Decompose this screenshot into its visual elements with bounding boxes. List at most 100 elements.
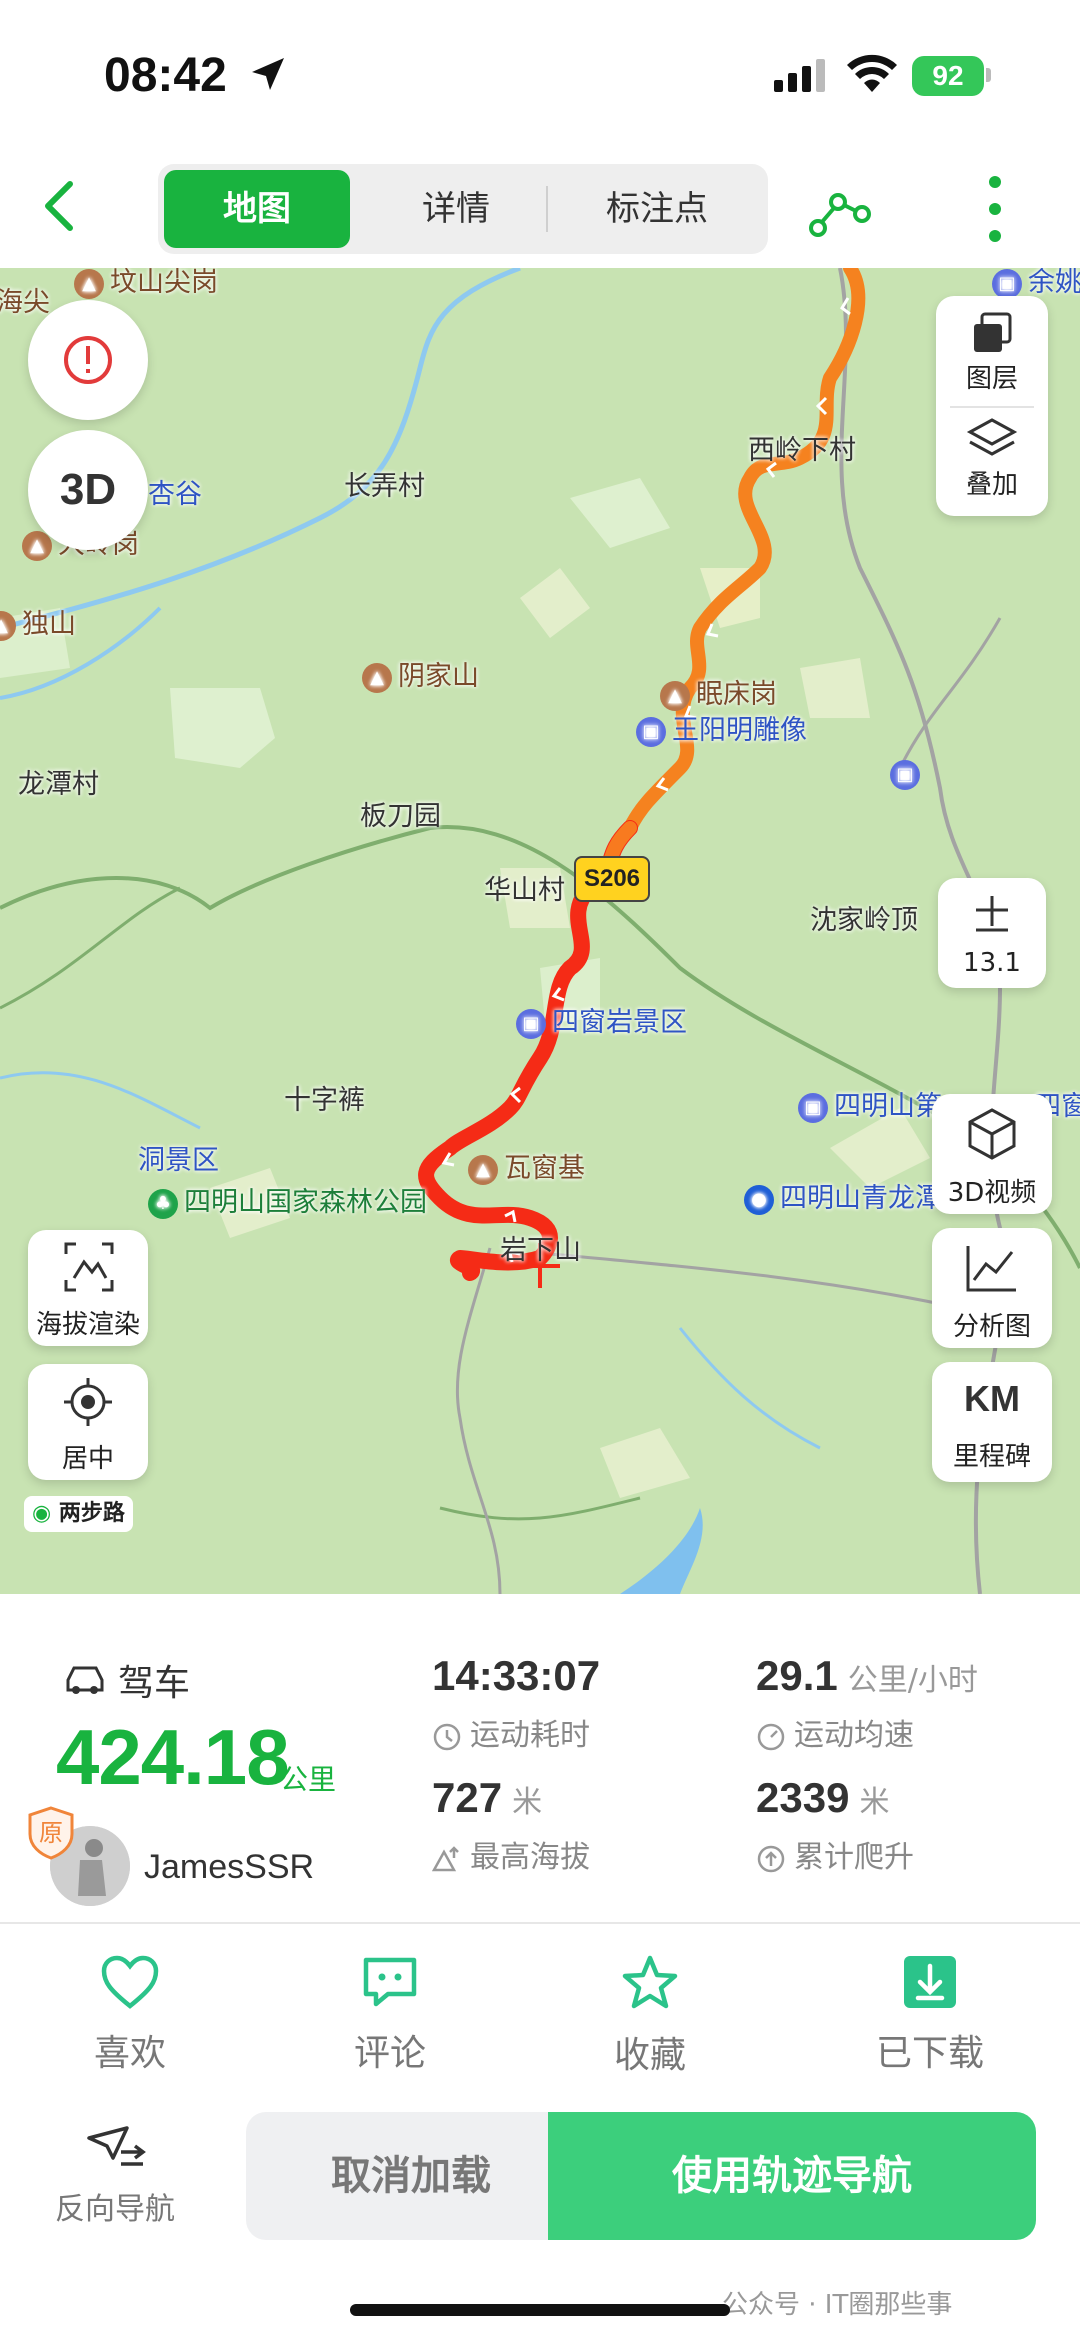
home-indicator [350,2304,730,2316]
map-label-yinjiashan[interactable]: ▲ 阴家山 [362,654,479,693]
map-label-longtan[interactable]: 龙潭村 [18,762,99,801]
map-label-xilingxia[interactable]: 西岭下村 [748,428,856,467]
video-3d-button[interactable]: 3D视频 [932,1094,1052,1214]
map-label-qinglongtan[interactable]: ● 四明山青龙潭 [744,1176,942,1215]
map-label-dongjingqu[interactable]: 洞景区 [138,1138,219,1177]
crosshair-icon [64,1378,112,1426]
zoom-level: 13.1 [963,948,1021,978]
star-icon [622,1955,678,2009]
map-label-wachuangji[interactable]: ▲ 瓦窗基 [468,1146,585,1185]
original-shield-icon: 原 [28,1806,74,1860]
duration-number: 14:33:07 [432,1652,601,1699]
mountain-peak-icon [431,1845,459,1871]
layers-button[interactable]: 图层 [936,310,1048,395]
map-label-wenshan[interactable]: ▲ 坟山尖岗 [74,268,218,299]
track-navigation-button[interactable]: 使用轨迹导航 [548,2112,1036,2240]
three-d-button[interactable]: 3D [28,430,148,550]
map-view[interactable]: ▲坟山尖岗 海尖 ▣余姚 杏谷 长弄村 ▲大岭岗 ▲独山 西岭下村 ▲阴家山 ▲… [0,268,1080,1594]
favorite-label: 收藏 [613,2035,686,2076]
cube-icon [968,1108,1016,1160]
map-label-siming-di[interactable]: ▣ 四明山第 [798,1084,942,1123]
km-icon: KM [964,1378,1020,1419]
downloaded-button[interactable]: 已下载 [840,1954,1020,2076]
map-label-huashan[interactable]: 华山村 [484,868,565,907]
alert-button[interactable] [28,300,148,420]
logo-text: 两步路 [58,1501,125,1526]
back-chevron-icon[interactable] [32,176,92,236]
comment-icon [363,1957,417,2007]
map-label-haijian[interactable]: 海尖 [0,280,50,319]
app-logo: ◉ 两步路 [24,1496,133,1532]
cancel-load-button[interactable]: 取消加载 [246,2112,576,2240]
route-share-icon[interactable] [808,180,872,240]
username[interactable]: JamesSSR [144,1848,314,1887]
map-label-forest-park[interactable]: ♣ 四明山国家森林公园 [148,1180,427,1219]
milestone-button[interactable]: KM 里程碑 [932,1362,1052,1482]
center-button[interactable]: 居中 [28,1364,148,1480]
view-segment-control: 地图 详情 标注点 [158,164,768,254]
map-label-mianchuang[interactable]: ▲ 眠床岗 [660,672,777,711]
action-bar: 喜欢 评论 收藏 已下载 [0,1926,1080,2106]
3d-icon: 3D [59,465,117,514]
zoom-button[interactable]: 13.1 [938,878,1046,988]
max-altitude-label: 最高海拔 [431,1832,590,1876]
track-stats: 驾车 424.18 公里 原 JamesSSR 14:33:07 运动耗时 29… [0,1594,1080,1924]
original-badge-text: 原 [39,1819,63,1847]
duration-label: 运动耗时 [432,1710,590,1754]
battery-icon: 92 [912,56,984,96]
duration-value: 14:33:07 [432,1652,600,1700]
total-distance: 424.18 [56,1713,290,1801]
status-bar: 08:42 92 [0,0,1080,150]
download-icon [904,1956,956,2008]
more-vertical-icon[interactable] [980,172,1010,246]
video-3d-label: 3D视频 [947,1178,1037,1208]
tab-separator [546,186,548,232]
downloaded-label: 已下载 [875,2033,984,2074]
map-label-changnong[interactable]: 长弄村 [344,464,425,503]
tab-waypoints[interactable]: 标注点 [554,170,760,248]
distance-unit: 公里 [280,1763,337,1796]
bottom-bar: 反向导航 取消加载 使用轨迹导航 [0,2106,1080,2256]
top-nav: 地图 详情 标注点 [0,150,1080,268]
line-chart-icon [966,1246,1016,1292]
layer-divider [950,406,1034,408]
reverse-plane-icon [87,2126,146,2166]
logo-pin-icon: ◉ [32,1501,52,1526]
map-label-dushan[interactable]: ▲ 独山 [0,602,76,641]
reverse-nav-button[interactable]: 反向导航 [40,2124,190,2228]
layers-icon [974,312,1012,352]
comment-label: 评论 [353,2033,426,2074]
map-label-siwangyan[interactable]: ▣ 四窗岩景区 [516,1000,687,1039]
analysis-button[interactable]: 分析图 [932,1228,1052,1348]
speed-gauge-icon [757,1723,785,1750]
milestone-label: 里程碑 [952,1442,1031,1472]
layers-label: 图层 [965,364,1018,394]
climb-label: 累计爬升 [756,1832,914,1876]
battery-tip [986,68,991,82]
elevation-render-button[interactable]: 海拔渲染 [28,1230,148,1346]
location-arrow-icon [252,58,284,90]
map-label-xinggu[interactable]: 杏谷 [148,472,202,511]
map-label-shenjialing[interactable]: 沈家岭顶 [810,898,918,937]
travel-mode: 驾车 [118,1663,191,1704]
alert-icon [64,336,112,384]
analysis-label: 分析图 [952,1312,1031,1342]
road-badge-s206: S206 [574,856,650,902]
like-button[interactable]: 喜欢 [40,1954,220,2076]
cellular-signal-icon [774,59,825,92]
map-label-bandaoyuan[interactable]: 板刀园 [360,794,441,833]
map-label-siming-east[interactable]: ▣ [890,758,926,790]
map-terrain [0,268,1080,1594]
heart-icon [101,1955,159,2009]
map-label-shizikun[interactable]: 十字裤 [284,1078,365,1117]
elevation-render-label: 海拔渲染 [35,1310,140,1340]
map-label-yuyao[interactable]: ▣ 余姚 [992,268,1080,299]
climb-value: 2339 米 [756,1774,890,1821]
comment-button[interactable]: 评论 [300,1954,480,2076]
overlay-button[interactable]: 叠加 [936,416,1048,501]
tab-map[interactable]: 地图 [164,170,350,248]
favorite-button[interactable]: 收藏 [560,1954,740,2078]
map-label-yanxiashan[interactable]: 岩下山 [500,1228,581,1267]
tab-details[interactable]: 详情 [358,170,554,248]
map-label-wangyangming[interactable]: ▣ 王阳明雕像 [636,708,807,747]
